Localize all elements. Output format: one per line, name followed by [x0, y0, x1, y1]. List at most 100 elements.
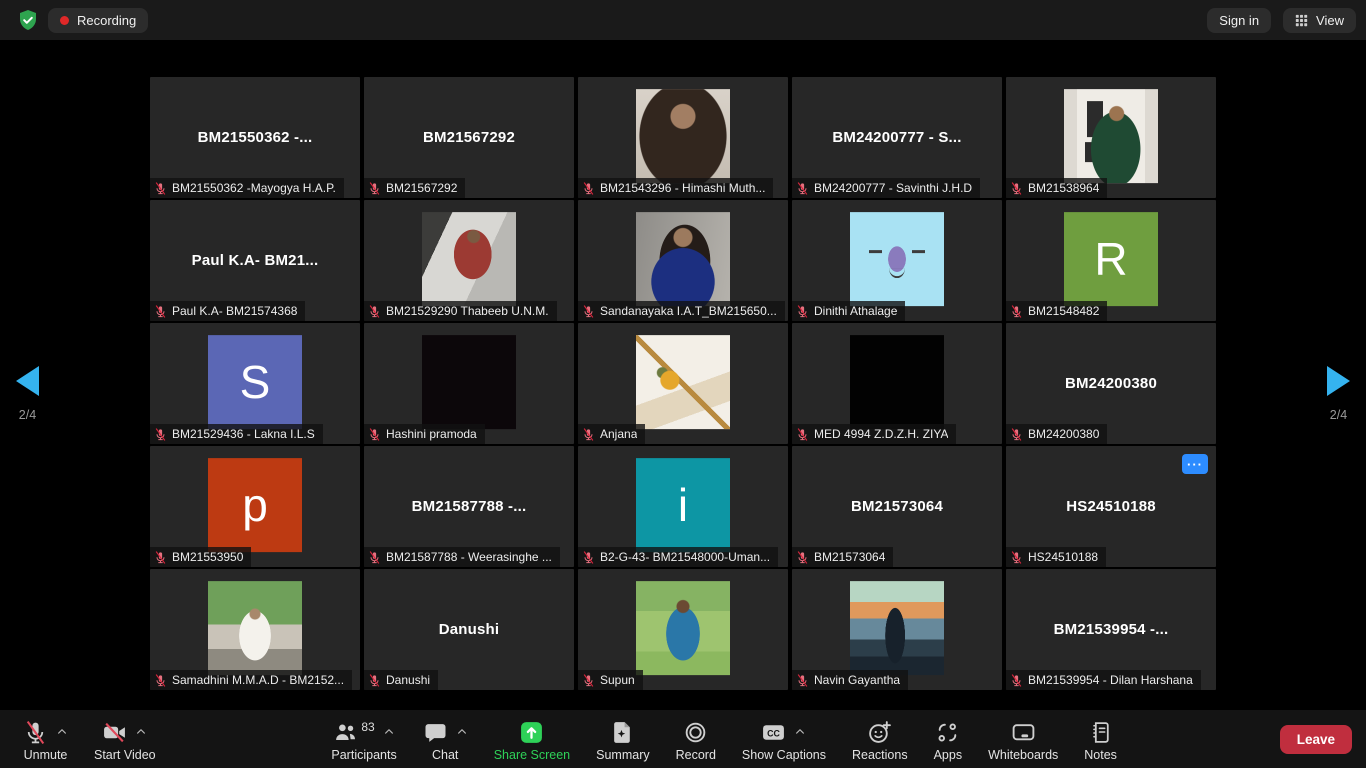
toolbar-button-summary[interactable]: Summary: [583, 714, 662, 764]
page-nav-left: 2/4: [16, 366, 39, 422]
participant-tile[interactable]: Supun: [578, 569, 788, 690]
share-icon: [519, 720, 544, 745]
participant-tile[interactable]: Paul K.A- BM21...Paul K.A- BM21574368: [150, 200, 360, 321]
participant-tile[interactable]: SBM21529436 - Lakna I.L.S: [150, 323, 360, 444]
mic-off-icon: [368, 305, 381, 318]
participant-tile[interactable]: BM21550362 -...BM21550362 -Mayogya H.A.P…: [150, 77, 360, 198]
mic-off-icon: [796, 182, 809, 195]
participant-tile[interactable]: BM21587788 -...BM21587788 - Weerasinghe …: [364, 446, 574, 567]
participant-tile[interactable]: DanushiDanushi: [364, 569, 574, 690]
participant-tile[interactable]: Samadhini M.M.A.D - BM2152...: [150, 569, 360, 690]
participant-tile[interactable]: BM21567292BM21567292: [364, 77, 574, 198]
mic-off-icon: [796, 551, 809, 564]
participant-nameplate: Samadhini M.M.A.D - BM2152...: [150, 670, 352, 690]
toolbar-button-reactions[interactable]: Reactions: [839, 714, 921, 764]
mic-off-icon: [1010, 551, 1023, 564]
chevron-up-icon[interactable]: [56, 726, 68, 738]
participant-photo: [636, 335, 730, 429]
sign-in-button[interactable]: Sign in: [1207, 8, 1271, 33]
participant-tile[interactable]: BM21539954 -...BM21539954 - Dilan Harsha…: [1006, 569, 1216, 690]
chevron-up-icon[interactable]: [383, 726, 395, 738]
participant-name: BM21550362 -Mayogya H.A.P.: [172, 181, 336, 195]
participant-name: BM24200380: [1028, 427, 1099, 441]
participant-photo: [850, 581, 944, 675]
mic-off-icon: [796, 674, 809, 687]
participant-tile[interactable]: BM21543296 - Himashi Muth...: [578, 77, 788, 198]
chevron-up-icon[interactable]: [794, 726, 806, 738]
participant-tile[interactable]: Navin Gayantha: [792, 569, 1002, 690]
participant-nameplate: BM24200777 - Savinthi J.H.D: [792, 178, 980, 198]
participant-letter-avatar: S: [208, 335, 302, 429]
leave-button[interactable]: Leave: [1280, 725, 1352, 754]
toolbar-button-notes[interactable]: Notes: [1071, 714, 1130, 764]
participant-tile[interactable]: RBM21548482: [1006, 200, 1216, 321]
toolbar-label: Share Screen: [494, 748, 570, 762]
participant-tile[interactable]: BM24200777 - S...BM24200777 - Savinthi J…: [792, 77, 1002, 198]
toolbar-label: Chat: [432, 748, 458, 762]
chevron-up-icon[interactable]: [135, 726, 147, 738]
participant-tile[interactable]: MED 4994 Z.D.Z.H. ZIYA: [792, 323, 1002, 444]
participant-more-button[interactable]: ···: [1182, 454, 1208, 474]
participant-photo: [208, 581, 302, 675]
participant-photo: [636, 581, 730, 675]
participant-tile[interactable]: Sandanayaka I.A.T_BM215650...: [578, 200, 788, 321]
page-nav-right: 2/4: [1327, 366, 1350, 422]
page-indicator: 2/4: [1330, 408, 1347, 422]
security-shield-icon[interactable]: [16, 8, 40, 32]
participant-name: Anjana: [600, 427, 637, 441]
participant-nameplate: BM21543296 - Himashi Muth...: [578, 178, 773, 198]
participant-name: BM21543296 - Himashi Muth...: [600, 181, 765, 195]
toolbar-button-whiteboards[interactable]: Whiteboards: [975, 714, 1071, 764]
mic-off-icon: [582, 674, 595, 687]
participant-tile[interactable]: pBM21553950: [150, 446, 360, 567]
participant-nameplate: BM21587788 - Weerasinghe ...: [364, 547, 560, 567]
toolbar-button-participants[interactable]: 83Participants: [318, 714, 409, 764]
participant-name: BM21553950: [172, 550, 243, 564]
toolbar-button-record[interactable]: Record: [663, 714, 729, 764]
participant-name: BM21538964: [1028, 181, 1099, 195]
chat-icon: [423, 720, 448, 745]
participant-tile[interactable]: iB2-G-43- BM21548000-Uman...: [578, 446, 788, 567]
participant-nameplate: BM21553950: [150, 547, 251, 567]
participant-nameplate: BM24200380: [1006, 424, 1107, 444]
participants-icon: [333, 720, 358, 745]
svg-text:CC: CC: [768, 728, 781, 738]
participant-nameplate: Danushi: [364, 670, 438, 690]
participant-tile[interactable]: BM21538964: [1006, 77, 1216, 198]
participant-name: HS24510188: [1028, 550, 1098, 564]
participant-nameplate: Navin Gayantha: [792, 670, 908, 690]
grid-view-icon: [1295, 14, 1308, 27]
participant-nameplate: Sandanayaka I.A.T_BM215650...: [578, 301, 785, 321]
toolbar-button-start-video[interactable]: Start Video: [81, 714, 169, 764]
toolbar-button-chat[interactable]: Chat: [410, 714, 481, 764]
chevron-up-icon[interactable]: [456, 726, 468, 738]
mic-off-icon: [796, 428, 809, 441]
participant-photo: [850, 212, 944, 306]
participant-nameplate: BM21539954 - Dilan Harshana: [1006, 670, 1201, 690]
participant-tile[interactable]: BM24200380BM24200380: [1006, 323, 1216, 444]
next-page-button[interactable]: [1327, 366, 1350, 396]
participant-nameplate: BM21529290 Thabeeb U.N.M.: [364, 301, 557, 321]
recording-label: Recording: [77, 13, 136, 28]
participant-tile[interactable]: BM21573064BM21573064: [792, 446, 1002, 567]
toolbar-button-show-captions[interactable]: CCShow Captions: [729, 714, 839, 764]
recording-indicator[interactable]: Recording: [48, 8, 148, 33]
toolbar-button-unmute[interactable]: Unmute: [10, 714, 81, 764]
participant-tile[interactable]: Dinithi Athalage: [792, 200, 1002, 321]
participant-tile[interactable]: HS24510188···HS24510188: [1006, 446, 1216, 567]
participant-name: Hashini pramoda: [386, 427, 477, 441]
toolbar-label: Whiteboards: [988, 748, 1058, 762]
participant-tile[interactable]: Hashini pramoda: [364, 323, 574, 444]
toolbar-label: Summary: [596, 748, 649, 762]
toolbar-button-share-screen[interactable]: Share Screen: [481, 714, 583, 764]
toolbar-label: Record: [676, 748, 716, 762]
participant-tile[interactable]: Anjana: [578, 323, 788, 444]
meeting-toolbar: Unmute Start Video 83Participants Chat Shar…: [0, 710, 1366, 768]
prev-page-button[interactable]: [16, 366, 39, 396]
toolbar-label: Start Video: [94, 748, 156, 762]
participant-tile[interactable]: BM21529290 Thabeeb U.N.M.: [364, 200, 574, 321]
toolbar-button-apps[interactable]: Apps: [921, 714, 976, 764]
view-button[interactable]: View: [1283, 8, 1356, 33]
mic-off-icon: [368, 428, 381, 441]
participant-letter-avatar: R: [1064, 212, 1158, 306]
